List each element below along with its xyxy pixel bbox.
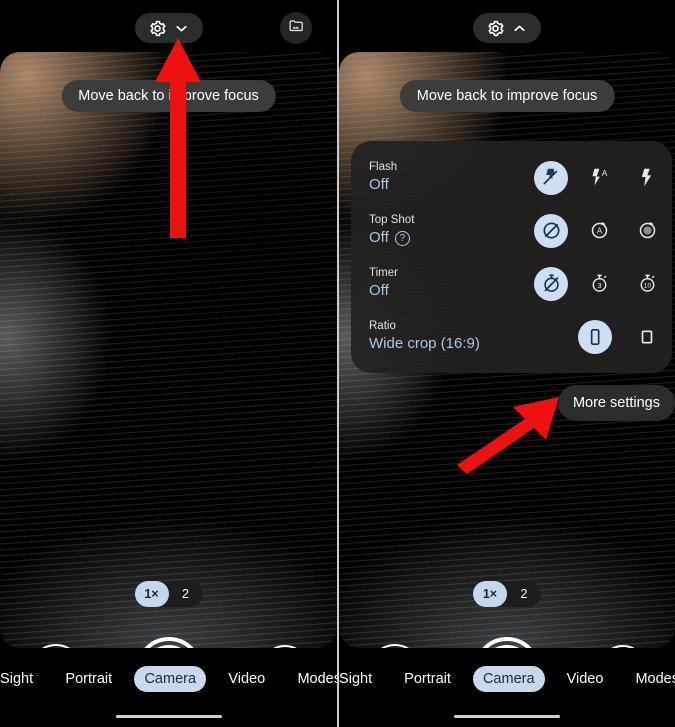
gallery-folder-icon xyxy=(288,17,305,39)
zoom-control-right[interactable]: 1× 2 xyxy=(473,581,541,607)
phone-screen-left: Move back to improve focus 1× 2 Sight Po… xyxy=(0,0,337,727)
svg-text:A: A xyxy=(601,168,607,178)
viewfinder-texture xyxy=(0,52,337,648)
mode-tab-night-sight[interactable]: t Sight xyxy=(0,666,43,692)
ratio-labels: Ratio Wide crop (16:9) xyxy=(369,319,578,354)
timer-options: 3 10 xyxy=(534,266,664,301)
flash-title: Flash xyxy=(369,161,398,173)
setting-row-flash: Flash Off A xyxy=(369,155,664,201)
mode-tab-camera[interactable]: Camera xyxy=(134,666,207,692)
focus-toast-right: Move back to improve focus xyxy=(399,80,615,112)
top-shot-value-wrap: Off ? xyxy=(369,228,534,248)
zoom-control-left[interactable]: 1× 2 xyxy=(134,581,203,607)
topshot-auto-icon[interactable]: A xyxy=(582,214,616,248)
mode-bar-left: t Sight Portrait Camera Video Modes xyxy=(0,648,337,727)
camera-topbar-left xyxy=(0,0,337,52)
home-indicator[interactable] xyxy=(115,714,222,718)
timer-value: Off xyxy=(369,282,389,299)
flash-auto-icon[interactable]: A xyxy=(582,161,616,195)
phone-screen-right: Move back to improve focus Flash Off A T… xyxy=(337,0,675,727)
timer-off-icon[interactable] xyxy=(534,266,568,301)
zoom-chip-1x[interactable]: 1× xyxy=(134,581,169,607)
flash-value: Off xyxy=(369,176,389,193)
zoom-chip-1x[interactable]: 1× xyxy=(473,581,507,607)
mode-bar-right: t Sight Portrait Camera Video Modes xyxy=(339,648,675,727)
gallery-folder-button[interactable] xyxy=(280,12,312,44)
timer-labels: Timer Off xyxy=(369,266,534,301)
ratio-4-3-icon[interactable] xyxy=(630,320,664,354)
viewfinder-sheen xyxy=(0,52,337,648)
setting-row-ratio: Ratio Wide crop (16:9) xyxy=(369,314,664,360)
timer-title: Timer xyxy=(369,267,398,279)
quick-settings-toggle-right[interactable] xyxy=(473,13,541,43)
flash-off-icon[interactable] xyxy=(534,160,568,195)
ratio-value: Wide crop (16:9) xyxy=(369,335,480,352)
mode-tab-camera[interactable]: Camera xyxy=(472,666,545,692)
screenshot-root: Move back to improve focus 1× 2 Sight Po… xyxy=(0,0,675,727)
quick-settings-toggle-left[interactable] xyxy=(134,13,203,43)
flash-labels: Flash Off xyxy=(369,160,534,195)
camera-viewfinder-left[interactable] xyxy=(0,52,337,648)
svg-text:A: A xyxy=(596,226,602,235)
svg-text:3: 3 xyxy=(597,281,601,290)
mode-tab-modes[interactable]: Modes xyxy=(625,666,675,692)
zoom-chip-2x[interactable]: 2 xyxy=(169,581,203,607)
gear-icon[interactable] xyxy=(148,19,167,38)
help-icon[interactable]: ? xyxy=(394,230,410,246)
ratio-options xyxy=(578,319,664,354)
more-settings-button[interactable]: More settings xyxy=(557,385,675,421)
mode-tab-video[interactable]: Video xyxy=(218,666,275,692)
mode-tab-portrait[interactable]: Portrait xyxy=(55,666,122,692)
home-indicator[interactable] xyxy=(454,714,560,718)
ratio-title: Ratio xyxy=(369,320,396,332)
setting-row-top-shot: Top Shot Off ? A xyxy=(369,208,664,254)
topshot-off-icon[interactable] xyxy=(534,213,568,248)
topshot-on-icon[interactable] xyxy=(630,214,664,248)
ratio-16-9-icon[interactable] xyxy=(578,319,612,354)
top-shot-title: Top Shot xyxy=(369,214,415,226)
chevron-down-icon[interactable] xyxy=(173,20,190,37)
mode-tab-portrait[interactable]: Portrait xyxy=(394,666,461,692)
chevron-up-icon[interactable] xyxy=(511,20,528,37)
quick-settings-panel: Flash Off A Top Shot Off ? A Timer Off 3… xyxy=(351,141,672,373)
top-shot-options: A xyxy=(534,213,664,248)
mode-tab-night-sight[interactable]: t Sight xyxy=(339,666,382,692)
timer-10s-icon[interactable]: 10 xyxy=(630,267,664,301)
mode-tab-video[interactable]: Video xyxy=(557,666,614,692)
flash-on-icon[interactable] xyxy=(630,161,664,195)
svg-text:10: 10 xyxy=(643,283,651,290)
top-shot-value: Off xyxy=(369,229,389,246)
mode-tabs-right: t Sight Portrait Camera Video Modes xyxy=(339,664,675,694)
mode-tab-modes[interactable]: Modes xyxy=(287,666,337,692)
focus-toast-left: Move back to improve focus xyxy=(61,80,276,112)
timer-3s-icon[interactable]: 3 xyxy=(582,267,616,301)
top-shot-labels: Top Shot Off ? xyxy=(369,213,534,248)
mode-tabs-left: t Sight Portrait Camera Video Modes xyxy=(0,664,337,694)
gear-icon[interactable] xyxy=(486,19,505,38)
zoom-chip-2x[interactable]: 2 xyxy=(507,581,541,607)
setting-row-timer: Timer Off 3 10 xyxy=(369,261,664,307)
flash-options: A xyxy=(534,160,664,195)
camera-topbar-right xyxy=(339,0,675,52)
